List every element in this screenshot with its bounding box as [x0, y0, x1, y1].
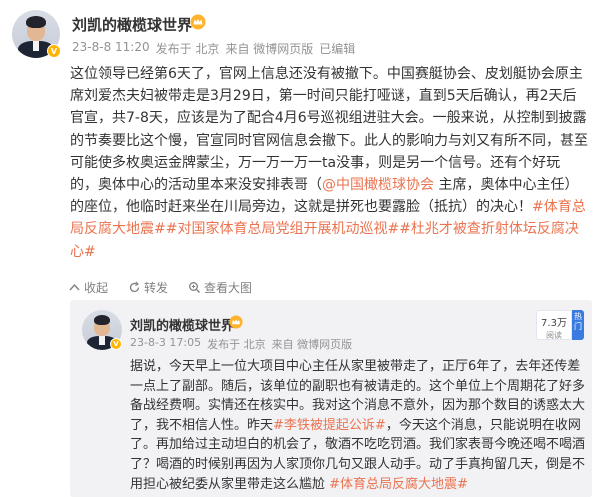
post-text: 这位领导已经第6天了，官网上信息还没有被撤下。中国赛艇协会、皮划艇协会原主席刘爱…	[70, 63, 588, 263]
rotate-icon	[129, 281, 140, 293]
enlarge-label: 查看大图	[204, 281, 253, 295]
collapse-label: 收起	[84, 281, 109, 295]
quote-text: 据说，今天早上一位大项目中心主任从家里被带走了，正厅6年了，去年还传差一点上了副…	[130, 357, 586, 494]
quote-link[interactable]: #李铁被提起公诉#	[273, 418, 386, 433]
read-count: 7.3万	[541, 318, 567, 329]
media-actions: 收起 转发 查看大图	[68, 279, 252, 296]
hot-tag: 热门	[572, 310, 584, 340]
post-time[interactable]: 23-8-8 11:20	[72, 40, 150, 57]
author-name[interactable]: 刘凯的橄榄球世界	[72, 14, 192, 35]
quote-verified-badge-icon: V	[110, 338, 122, 350]
read-count-label: 阅读	[546, 331, 562, 340]
quoted-post[interactable]: V 刘凯的橄榄球世界 23-8-3 17:05 发布于 北京 来自 微博网页版 …	[70, 300, 592, 497]
post-text-segment: 这位领导已经第6天了，官网上信息还没有被撤下。中国赛艇协会、皮划艇协会原主席刘爱…	[70, 66, 588, 194]
post-edited[interactable]: 已编辑	[319, 40, 355, 57]
quote-crown-icon	[229, 315, 243, 329]
crown-icon	[190, 14, 206, 30]
quote-link[interactable]: #体育总局反腐大地震#	[329, 477, 468, 492]
post-location: 发布于 北京	[155, 42, 220, 56]
post-meta: 23-8-8 11:20 发布于 北京 来自 微博网页版 已编辑	[72, 40, 355, 57]
collapse-button[interactable]: 收起	[68, 279, 108, 296]
post-link[interactable]: #对国家体育总局党组开展机动巡视#	[166, 221, 399, 237]
zoom-icon	[189, 282, 201, 293]
enlarge-button[interactable]: 查看大图	[188, 279, 252, 296]
post-body: 这位领导已经第6天了，官网上信息还没有被撤下。中国赛艇协会、皮划艇协会原主席刘爱…	[70, 63, 588, 263]
rotate-button[interactable]: 转发	[128, 279, 168, 296]
weibo-post: V 刘凯的橄榄球世界 23-8-8 11:20 发布于 北京 来自 微博网页版 …	[0, 0, 600, 497]
rotate-label: 转发	[144, 281, 169, 295]
post-link[interactable]: @中国橄榄球协会	[322, 177, 434, 193]
quote-location: 发布于 北京	[207, 338, 266, 351]
post-source: 来自 微博网页版	[225, 42, 314, 56]
read-count-badge: 7.3万 阅读	[536, 310, 572, 340]
verified-badge-icon: V	[47, 44, 61, 58]
collapse-icon	[69, 283, 80, 291]
quote-source: 来自 微博网页版	[271, 338, 353, 351]
quote-meta: 23-8-3 17:05 发布于 北京 来自 微博网页版	[130, 336, 352, 352]
quote-author-name[interactable]: 刘凯的橄榄球世界	[130, 315, 234, 334]
quote-time[interactable]: 23-8-3 17:05	[130, 336, 201, 352]
